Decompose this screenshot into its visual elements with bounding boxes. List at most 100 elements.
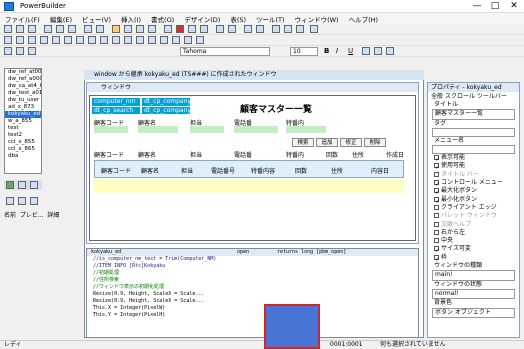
prop-check[interactable]: タイトル バー xyxy=(428,171,519,179)
minimize-button[interactable]: — xyxy=(468,0,486,13)
copy-icon[interactable] xyxy=(56,25,64,33)
select-icon[interactable] xyxy=(4,47,12,55)
wintype-dropdown[interactable]: main! xyxy=(432,270,515,281)
tab-name[interactable]: 名前 xyxy=(4,212,16,219)
prop-tag-field[interactable] xyxy=(432,127,515,137)
tab-preview[interactable]: プレビ... xyxy=(20,212,44,219)
debug-icon[interactable] xyxy=(148,25,156,33)
space-h-icon[interactable] xyxy=(64,36,72,44)
prop-check[interactable]: ✓サイズ可変 xyxy=(428,245,519,254)
paste-icon[interactable] xyxy=(68,25,76,33)
staff-field[interactable] xyxy=(190,126,224,133)
script-pane[interactable]: kokyaku_ed open returns long [pbm_open] … xyxy=(86,248,419,338)
align-bottom-icon[interactable] xyxy=(52,36,60,44)
checkbox-icon[interactable] xyxy=(434,238,439,244)
datawindow-icon[interactable] xyxy=(172,36,180,44)
align-left-icon[interactable] xyxy=(16,36,24,44)
tile-icon[interactable] xyxy=(284,25,292,33)
lib-open-icon[interactable] xyxy=(18,181,26,189)
align-top-icon[interactable] xyxy=(40,36,48,44)
grid-row[interactable] xyxy=(94,179,404,193)
run-icon[interactable] xyxy=(136,25,144,33)
preview-icon[interactable] xyxy=(124,36,132,44)
edit-button[interactable]: 修正 xyxy=(340,138,362,147)
tree-item[interactable]: ccl_x_865 xyxy=(5,146,41,153)
exit-icon[interactable] xyxy=(310,25,318,33)
tree-item[interactable]: dw_tu_user xyxy=(5,97,41,104)
props-tab-toolbar[interactable]: ツールバー xyxy=(477,93,507,100)
lib-refresh-icon[interactable] xyxy=(30,181,38,189)
checkbox-icon[interactable] xyxy=(434,171,439,177)
align-left-text-icon[interactable] xyxy=(362,47,370,55)
checkbox-icon[interactable] xyxy=(434,221,439,227)
tree-item[interactable]: dw_test_a01 xyxy=(5,90,41,97)
checkbox-icon[interactable]: ✓ xyxy=(434,254,440,263)
prop-check[interactable]: ✓枠 xyxy=(428,254,519,263)
profile-icon[interactable] xyxy=(200,25,208,33)
tab-search[interactable]: dt_cp_search xyxy=(92,107,140,114)
tree-item[interactable]: dba xyxy=(5,153,41,160)
window-form[interactable]: computer_nm dt_cp_company_ dt_cp_search … xyxy=(89,95,416,241)
tree-item[interactable]: ccl_x_855 xyxy=(5,139,41,146)
checkbox-icon[interactable] xyxy=(434,213,439,219)
checkbox-icon[interactable]: ✓ xyxy=(434,163,440,171)
prop-check[interactable]: ✓最大化ボタン xyxy=(428,187,519,196)
script-icon[interactable] xyxy=(196,36,204,44)
prop-check[interactable]: 右から左 xyxy=(428,229,519,237)
add-button[interactable]: 追加 xyxy=(316,138,338,147)
tab-order-icon[interactable] xyxy=(112,36,120,44)
script-event[interactable]: open xyxy=(237,249,249,256)
tree-item[interactable]: w_a_855 xyxy=(5,118,41,125)
checkbox-icon[interactable]: ✓ xyxy=(434,180,440,188)
code-field[interactable] xyxy=(94,126,128,133)
tree-item[interactable]: dw_ca_at4_tsl xyxy=(5,83,41,90)
window-icon[interactable] xyxy=(244,25,252,33)
font-dropdown[interactable]: Tahoma xyxy=(180,47,270,56)
menu-icon[interactable] xyxy=(148,36,156,44)
prop-menu-field[interactable] xyxy=(432,145,515,155)
output-icon[interactable] xyxy=(6,197,14,205)
script-object[interactable]: kokyaku_ed xyxy=(91,249,121,255)
tree-item[interactable]: test xyxy=(5,125,41,132)
props-tab-scroll[interactable]: スクロール xyxy=(445,93,475,100)
tree-item[interactable]: dw_ref_a0002 xyxy=(5,76,41,83)
tree-item[interactable]: ad_x_873 xyxy=(5,104,41,111)
grid-icon[interactable] xyxy=(4,36,12,44)
delete-button[interactable]: 削除 xyxy=(364,138,386,147)
checkbox-icon[interactable]: ✓ xyxy=(434,188,440,196)
prop-check[interactable]: ✓使用可能 xyxy=(428,162,519,171)
checkbox-icon[interactable]: ✓ xyxy=(434,196,440,205)
cascade-icon[interactable] xyxy=(296,25,304,33)
tab-computer[interactable]: computer_nm xyxy=(92,98,140,106)
prop-check[interactable]: ✓最小化ボタン xyxy=(428,196,519,205)
db-icon[interactable] xyxy=(188,25,196,33)
control-icon[interactable] xyxy=(136,36,144,44)
tree-item[interactable]: test2 xyxy=(5,132,41,139)
close-button[interactable]: ✕ xyxy=(505,0,523,13)
bold-icon[interactable]: B xyxy=(324,47,329,55)
library-tree[interactable]: dw_ref_at00.srw dw_ref_a0002 dw_ca_at4_t… xyxy=(4,68,42,174)
help-icon[interactable] xyxy=(228,25,236,33)
special-field[interactable] xyxy=(286,126,326,133)
align-right-icon[interactable] xyxy=(28,36,36,44)
lib-icon[interactable] xyxy=(6,181,14,189)
maximize-button[interactable]: □ xyxy=(486,0,504,13)
space-v-icon[interactable] xyxy=(76,36,84,44)
align-right-text-icon[interactable] xyxy=(386,47,394,55)
prop-check[interactable]: パレット ウィンドウ xyxy=(428,212,519,220)
bgcolor-dropdown[interactable]: ボタン オブジェクト xyxy=(432,307,515,318)
italic-icon[interactable]: I xyxy=(336,47,338,55)
tab-company2[interactable]: dt_cp_company_ xyxy=(142,107,194,114)
phone-field[interactable] xyxy=(234,126,278,133)
prop-title-field[interactable]: 顧客マスター一覧 xyxy=(432,109,515,120)
size-w-icon[interactable] xyxy=(88,36,96,44)
format-icon[interactable] xyxy=(16,47,24,55)
picture-icon[interactable] xyxy=(184,36,192,44)
align-center-text-icon[interactable] xyxy=(374,47,382,55)
browser-icon[interactable] xyxy=(216,25,224,33)
todo-icon[interactable] xyxy=(18,197,26,205)
redo-icon[interactable] xyxy=(96,25,104,33)
stop-icon[interactable] xyxy=(176,25,184,33)
new-icon[interactable] xyxy=(4,25,12,33)
checkbox-icon[interactable] xyxy=(434,204,439,210)
